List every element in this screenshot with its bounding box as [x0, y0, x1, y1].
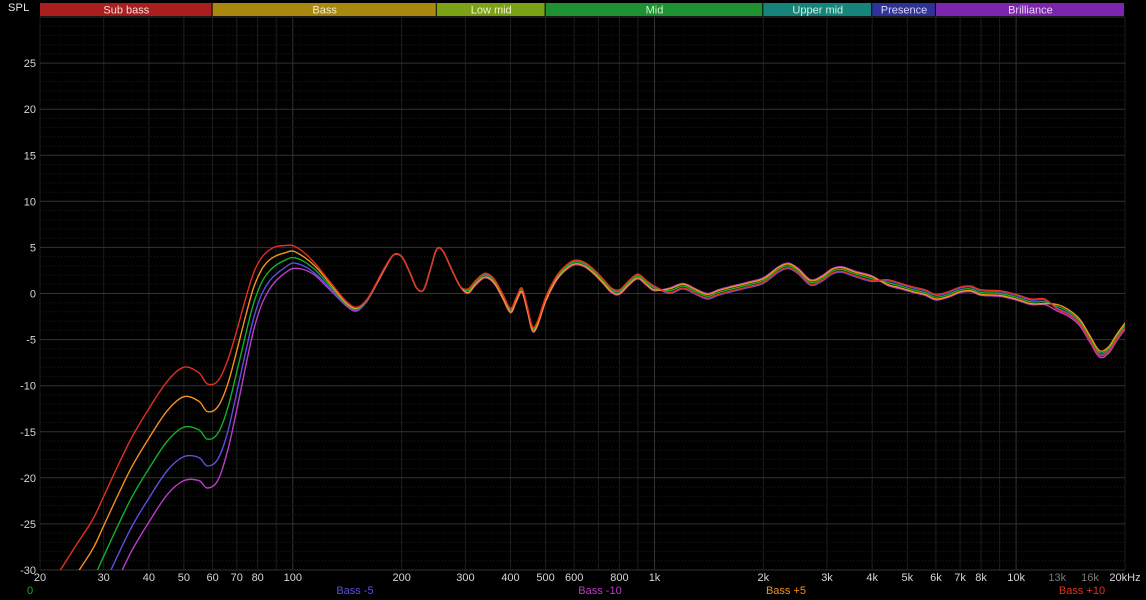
x-axis-tick-label: 13k — [1048, 572, 1066, 584]
x-axis-tick-label: 20kHz — [1109, 572, 1140, 584]
x-axis-tick-label: 600 — [565, 572, 583, 584]
x-axis-tick-label: 80 — [252, 572, 264, 584]
y-axis-tick-label: 15 — [24, 150, 36, 162]
x-axis-tick-label: 1k — [649, 572, 661, 584]
x-axis-tick-label: 500 — [536, 572, 554, 584]
x-axis-tick-label: 4k — [866, 572, 878, 584]
curve-bass-plus-5 — [40, 248, 1125, 600]
x-axis-tick-label: 2k — [757, 572, 769, 584]
x-axis-tick-label: 20 — [34, 572, 46, 584]
x-axis-tick-label: 60 — [206, 572, 218, 584]
x-axis-tick-label: 16k — [1081, 572, 1099, 584]
x-axis-tick-label: 200 — [393, 572, 411, 584]
legend-item-bass-plus-10[interactable]: Bass +10 — [1059, 585, 1105, 597]
curve-bass-minus-5 — [40, 248, 1125, 600]
x-axis-tick-label: 70 — [231, 572, 243, 584]
spl-axis-title: SPL — [8, 2, 29, 14]
x-axis-tick-label: 400 — [501, 572, 519, 584]
legend-item-bass-plus-5[interactable]: Bass +5 — [766, 585, 806, 597]
y-axis-tick-label: 25 — [24, 58, 36, 70]
y-axis-tick-label: 10 — [24, 196, 36, 208]
frequency-band-label-presence: Presence — [881, 5, 927, 17]
y-axis-tick-label: -5 — [26, 335, 36, 347]
x-axis-tick-label: 8k — [975, 572, 987, 584]
legend-item-bass-minus-5[interactable]: Bass -5 — [336, 585, 373, 597]
curve-0 — [40, 248, 1125, 600]
x-axis-tick-label: 300 — [456, 572, 474, 584]
x-axis-tick-label: 5k — [901, 572, 913, 584]
frequency-band-label-low-mid: Low mid — [471, 5, 512, 17]
y-axis-tick-label: -15 — [20, 427, 36, 439]
y-axis-tick-label: -25 — [20, 519, 36, 531]
legend-item-0[interactable]: 0 — [27, 585, 33, 597]
y-axis-tick-label: 0 — [30, 289, 36, 301]
x-axis-tick-label: 30 — [98, 572, 110, 584]
x-axis-tick-label: 10k — [1007, 572, 1025, 584]
x-axis-tick-label: 3k — [821, 572, 833, 584]
x-axis-tick-label: 50 — [178, 572, 190, 584]
y-axis-tick-label: -10 — [20, 381, 36, 393]
legend-item-bass-minus-10[interactable]: Bass -10 — [578, 585, 621, 597]
frequency-band-label-brilliance: Brilliance — [1008, 5, 1053, 17]
x-axis-tick-label: 40 — [143, 572, 155, 584]
curve-bass-minus-10 — [40, 248, 1125, 600]
spl-frequency-response-chart[interactable]: Sub bass Bass Low mid Mid Upper mid Presence B… — [0, 0, 1146, 600]
x-axis-tick-label: 7k — [954, 572, 966, 584]
x-axis-tick-label: 800 — [610, 572, 628, 584]
frequency-band-label-upper-mid: Upper mid — [792, 5, 843, 17]
y-axis-tick-label: 5 — [30, 242, 36, 254]
frequency-band-label-sub-bass: Sub bass — [103, 5, 149, 17]
y-axis-tick-label: -20 — [20, 473, 36, 485]
frequency-band-label-bass: Bass — [312, 5, 337, 17]
frequency-band-label-mid: Mid — [646, 5, 664, 17]
x-axis-tick-label: 100 — [284, 572, 302, 584]
y-axis-tick-label: 20 — [24, 104, 36, 116]
x-axis-tick-label: 6k — [930, 572, 942, 584]
